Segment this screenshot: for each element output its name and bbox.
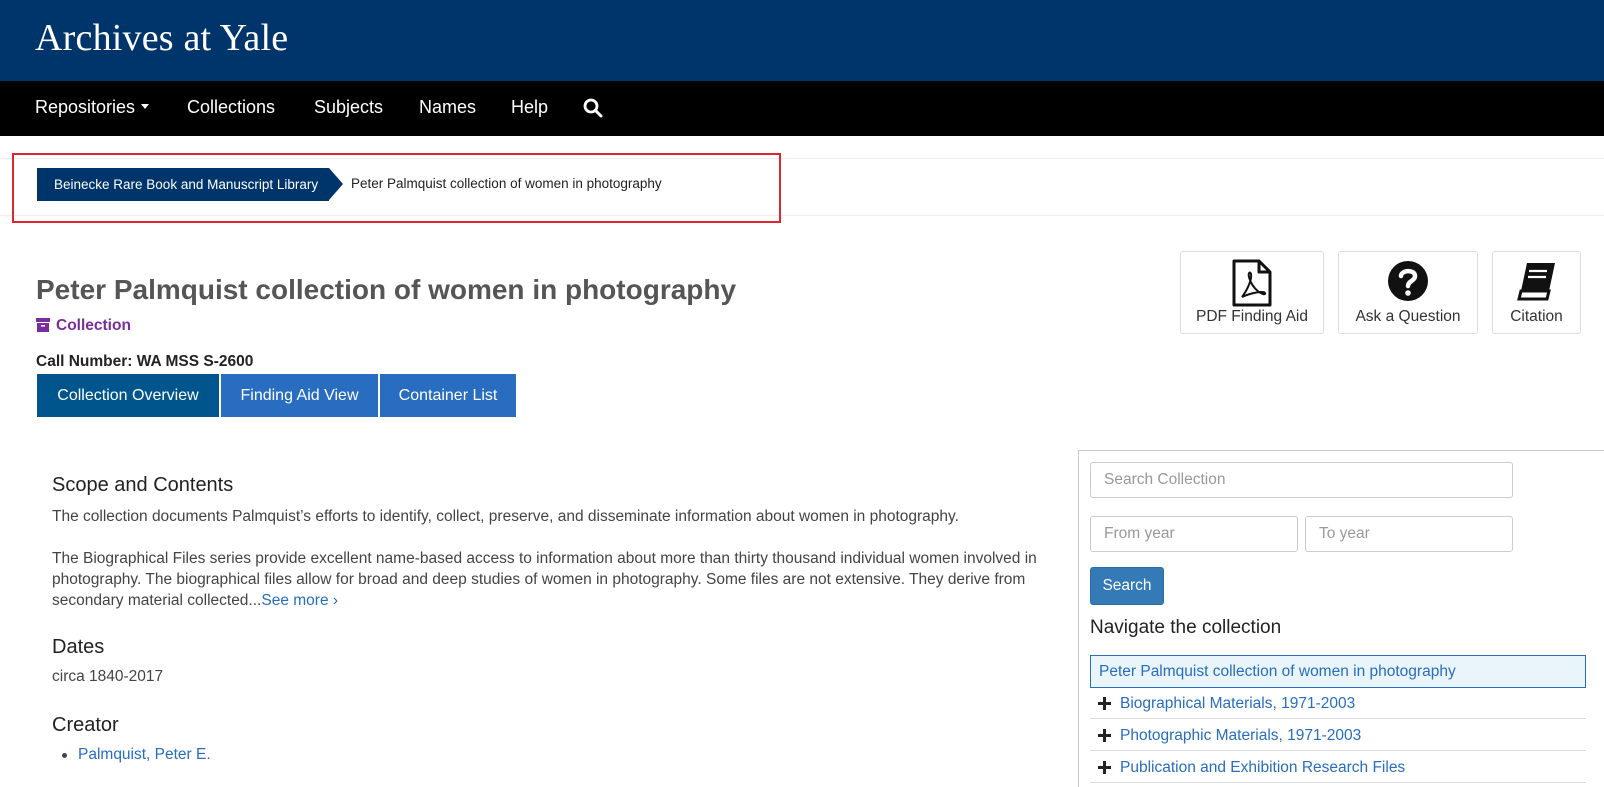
page-title: Peter Palmquist collection of women in p…	[36, 274, 737, 305]
dates-heading: Dates	[52, 636, 105, 658]
see-more-label: See more	[261, 592, 329, 609]
search-button[interactable]: Search	[1090, 567, 1164, 605]
dates-value: circa 1840-2017	[52, 668, 164, 685]
ask-a-question-label: Ask a Question	[1355, 308, 1461, 325]
navigate-collection-heading: Navigate the collection	[1090, 617, 1282, 638]
pdf-finding-aid-button[interactable]: PDF Finding Aid	[1180, 251, 1324, 334]
chevron-right-icon: ›	[332, 592, 339, 609]
site-header: Archives at Yale	[0, 0, 1604, 81]
pdf-icon	[1232, 259, 1272, 307]
nav-help[interactable]: Help	[511, 97, 548, 118]
tree-item: Biographical Materials, 1971-2003	[1090, 688, 1586, 719]
tab-container-list[interactable]: Container List	[380, 374, 516, 417]
ask-a-question-button[interactable]: Ask a Question	[1338, 251, 1478, 334]
tree-item-label[interactable]: Photographic Materials, 1971-2003	[1120, 720, 1361, 751]
nav-subjects[interactable]: Subjects	[314, 97, 383, 118]
nav-collections[interactable]: Collections	[187, 97, 275, 118]
book-icon	[1516, 263, 1555, 301]
breadcrumb-highlight	[12, 153, 781, 223]
search-icon[interactable]	[583, 98, 603, 118]
archive-box-icon	[36, 318, 50, 332]
tab-finding-aid-view[interactable]: Finding Aid View	[221, 374, 378, 417]
nav-names[interactable]: Names	[419, 97, 476, 118]
creator-link[interactable]: Palmquist, Peter E.	[62, 746, 211, 764]
pdf-finding-aid-label: PDF Finding Aid	[1196, 308, 1308, 325]
list-bullet	[62, 753, 67, 758]
call-number-value: WA MSS S-2600	[136, 353, 254, 370]
tree-root-item[interactable]: Peter Palmquist collection of women in p…	[1090, 655, 1586, 688]
call-number-label: Call Number:	[36, 353, 133, 370]
scope-paragraph-2-text: The Biographical Files series provide ex…	[52, 550, 1037, 609]
scope-paragraph-1: The collection documents Palmquist’s eff…	[52, 508, 959, 525]
creator-link-label: Palmquist, Peter E.	[78, 746, 211, 763]
see-more-link[interactable]: See more ›	[261, 592, 338, 609]
record-type: Collection	[36, 317, 131, 335]
call-number: Call Number: WA MSS S-2600	[36, 353, 253, 371]
expand-plus-icon[interactable]	[1098, 697, 1111, 710]
citation-button[interactable]: Citation	[1492, 251, 1581, 334]
tree-item-label[interactable]: Biographical Materials, 1971-2003	[1120, 688, 1355, 719]
expand-plus-icon[interactable]	[1098, 761, 1111, 774]
citation-label: Citation	[1510, 308, 1563, 325]
scope-heading: Scope and Contents	[52, 474, 234, 496]
tab-collection-overview[interactable]: Collection Overview	[37, 374, 219, 417]
nav-repositories[interactable]: Repositories	[35, 97, 150, 118]
scope-paragraph-2: The Biographical Files series provide ex…	[52, 548, 1042, 611]
tree-item: Publication and Exhibition Research File…	[1090, 752, 1586, 783]
tree-item: Photographic Materials, 1971-2003	[1090, 720, 1586, 751]
question-circle-icon	[1388, 261, 1428, 301]
main-navbar: Repositories Collections Subjects Names …	[0, 81, 1604, 136]
search-collection-input[interactable]: Search Collection	[1090, 462, 1513, 498]
from-year-input[interactable]: From year	[1090, 516, 1298, 552]
creator-heading: Creator	[52, 714, 119, 736]
site-title[interactable]: Archives at Yale	[35, 16, 288, 60]
to-year-input[interactable]: To year	[1305, 516, 1513, 552]
caret-down-icon	[141, 104, 150, 110]
expand-plus-icon[interactable]	[1098, 729, 1111, 742]
nav-repositories-label: Repositories	[35, 97, 136, 117]
record-type-label: Collection	[56, 317, 131, 334]
tree-item-label[interactable]: Publication and Exhibition Research File…	[1120, 752, 1405, 783]
